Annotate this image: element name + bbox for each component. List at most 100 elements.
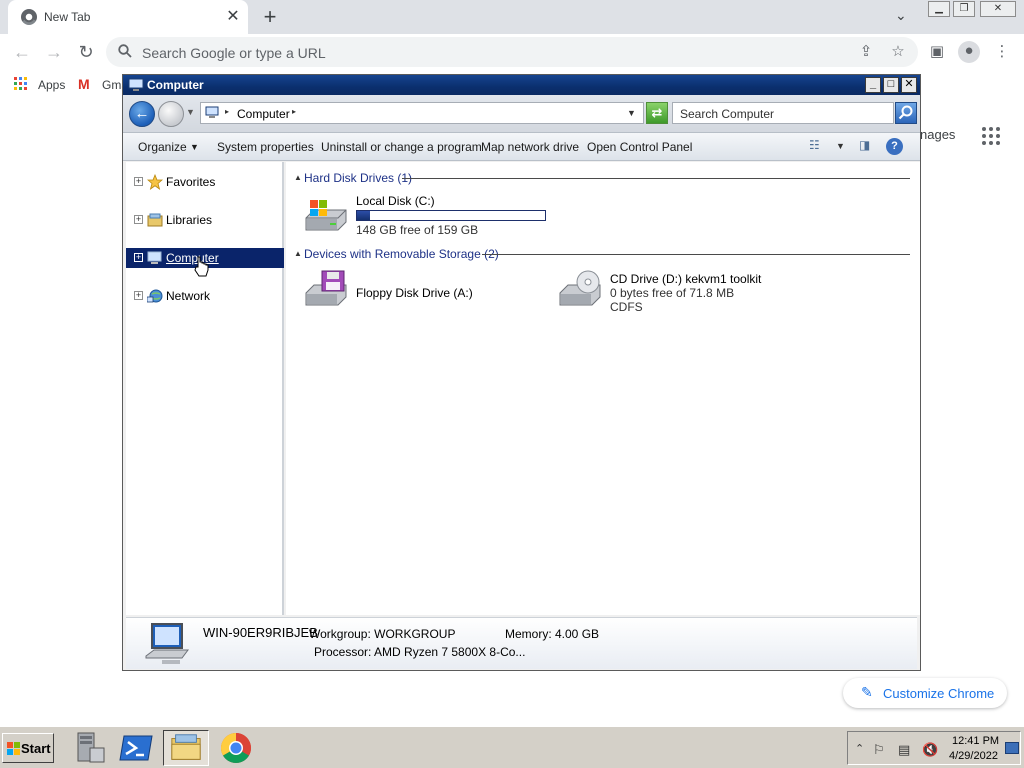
group-header-hard-disks[interactable]: ▲ Hard Disk Drives (1) — [294, 171, 910, 185]
window-minimize-button[interactable]: ▁ — [928, 1, 950, 17]
nav-item-libraries[interactable]: + Libraries — [126, 210, 284, 230]
taskbar: Start ⌃ ⚐ ▤ 🔇 12:41 PM 4/29/2022 — [0, 726, 1024, 768]
side-panel-icon[interactable]: ▣ — [927, 42, 947, 62]
explorer-title-bar[interactable]: Computer _ □ ✕ — [123, 75, 920, 95]
computer-icon — [205, 106, 219, 118]
ntp-images-link[interactable]: nages — [920, 127, 955, 142]
system-properties-button[interactable]: System properties — [217, 140, 314, 154]
omnibox-placeholder: Search Google or type a URL — [142, 45, 326, 61]
back-arrow-icon[interactable]: ← — [129, 101, 155, 127]
profile-avatar-icon[interactable]: ● — [958, 41, 980, 63]
new-tab-button[interactable]: + — [258, 6, 282, 30]
windows-logo-icon — [7, 742, 20, 755]
pencil-icon: ✎ — [861, 684, 873, 700]
navigation-pane: + Favorites + Libraries + Computer + Net… — [126, 162, 284, 615]
open-control-panel-button[interactable]: Open Control Panel — [587, 140, 692, 154]
breadcrumb-separator-icon[interactable]: ▸ — [225, 107, 229, 116]
search-placeholder: Search Computer — [680, 107, 775, 121]
expand-icon[interactable]: + — [134, 291, 143, 300]
breadcrumb-separator-icon[interactable]: ▸ — [292, 107, 296, 116]
file-explorer-icon[interactable] — [163, 730, 209, 766]
address-dropdown-icon[interactable]: ▼ — [627, 108, 636, 118]
start-button[interactable]: Start — [2, 733, 54, 763]
chrome-icon[interactable] — [213, 730, 259, 766]
search-input[interactable]: Search Computer — [672, 102, 894, 124]
search-icon[interactable] — [895, 102, 917, 124]
chrome-menu-icon[interactable]: ⋮ — [992, 42, 1012, 62]
help-icon[interactable]: ? — [886, 138, 903, 155]
nav-item-favorites[interactable]: + Favorites — [126, 172, 284, 192]
server-manager-icon[interactable] — [66, 730, 112, 766]
cd-drive-icon — [559, 270, 601, 306]
apps-grid-icon[interactable] — [14, 77, 28, 91]
uninstall-program-button[interactable]: Uninstall or change a program — [321, 140, 482, 154]
network-status-icon[interactable]: ▤ — [898, 742, 910, 758]
nav-item-network[interactable]: + Network — [126, 286, 284, 306]
breadcrumb-computer[interactable]: Computer — [237, 107, 290, 121]
action-center-flag-icon[interactable]: ⚐ — [873, 742, 885, 758]
clock-time[interactable]: 12:41 PM — [952, 735, 999, 747]
drive-free-space-d: 0 bytes free of 71.8 MB — [610, 286, 735, 300]
tab-close-button[interactable]: ✕ — [224, 8, 242, 26]
search-icon — [118, 44, 132, 58]
explorer-address-bar: ← ▼ ▸ Computer ▸ ▼ ⇄ Search Computer — [123, 95, 920, 133]
window-close-button[interactable]: ✕ — [980, 1, 1016, 17]
clock-date[interactable]: 4/29/2022 — [949, 750, 998, 762]
share-icon[interactable]: ⇪ — [856, 42, 876, 62]
google-apps-icon[interactable] — [982, 127, 1000, 145]
memory-info: Memory: 4.00 GB — [505, 627, 600, 641]
volume-muted-icon[interactable]: 🔇 — [922, 742, 938, 758]
floppy-drive-icon — [305, 270, 347, 306]
drive-name-d[interactable]: CD Drive (D:) kekvm1 toolkit — [610, 272, 761, 286]
window-restore-button[interactable]: ❐ — [953, 1, 975, 17]
chrome-tab-new-tab[interactable]: New Tab ✕ — [8, 0, 248, 34]
recent-pages-dropdown-icon[interactable]: ▼ — [186, 107, 195, 117]
show-hidden-icons-icon[interactable]: ⌃ — [855, 742, 864, 755]
network-icon — [147, 289, 163, 303]
explorer-minimize-button[interactable]: _ — [865, 77, 881, 93]
chrome-tab-strip: New Tab ✕ + ⌄ ▁ ❐ ✕ — [0, 0, 1024, 34]
explorer-window: Computer _ □ ✕ ← ▼ ▸ Computer ▸ ▼ ⇄ Sear… — [122, 74, 921, 671]
drive-filesystem-d: CDFS — [610, 300, 643, 314]
powershell-icon[interactable] — [114, 730, 160, 766]
libraries-icon — [147, 213, 163, 227]
view-dropdown-icon[interactable]: ▼ — [836, 141, 845, 151]
hard-disk-icon — [305, 200, 347, 231]
collapse-icon[interactable]: ▲ — [294, 173, 302, 182]
map-network-drive-button[interactable]: Map network drive — [481, 140, 579, 154]
reload-icon[interactable]: ↻ — [74, 40, 98, 64]
group-divider — [402, 178, 910, 179]
address-box[interactable]: ▸ Computer ▸ ▼ — [200, 102, 644, 124]
customize-chrome-button[interactable]: ✎ Customize Chrome — [843, 678, 1007, 708]
expand-icon[interactable]: + — [134, 177, 143, 186]
computer-icon — [147, 251, 162, 264]
collapse-icon[interactable]: ▲ — [294, 249, 302, 258]
expand-icon[interactable]: + — [134, 253, 143, 262]
expand-icon[interactable]: + — [134, 215, 143, 224]
forward-arrow-icon[interactable]: → — [42, 40, 66, 64]
chrome-favicon-icon — [21, 9, 37, 25]
explorer-maximize-button[interactable]: □ — [883, 77, 899, 93]
bookmark-apps[interactable]: Apps — [38, 78, 65, 92]
nav-item-label: Network — [166, 289, 211, 303]
bookmark-star-icon[interactable]: ☆ — [888, 42, 908, 62]
omnibox[interactable]: Search Google or type a URL — [106, 37, 918, 67]
back-arrow-icon[interactable]: ← — [10, 40, 34, 64]
processor-info: Processor: AMD Ryzen 7 5800X 8-Co... — [314, 645, 526, 659]
group-label: Hard Disk Drives (1) — [304, 171, 413, 185]
forward-arrow-icon[interactable] — [158, 101, 184, 127]
organize-dropdown-icon[interactable]: ▼ — [190, 142, 199, 152]
preview-pane-icon[interactable]: ◨ — [859, 138, 870, 152]
organize-menu[interactable]: Organize — [138, 140, 187, 154]
drive-name-a[interactable]: Floppy Disk Drive (A:) — [356, 286, 473, 300]
computer-icon — [145, 623, 189, 664]
tab-search-button[interactable]: ⌄ — [895, 7, 907, 24]
view-options-icon[interactable]: ☷ — [809, 138, 820, 152]
refresh-icon[interactable]: ⇄ — [646, 102, 668, 124]
drive-name-c[interactable]: Local Disk (C:) — [356, 194, 435, 208]
show-desktop-icon[interactable] — [1005, 742, 1019, 754]
group-header-removable[interactable]: ▲ Devices with Removable Storage (2) — [294, 247, 910, 261]
explorer-close-button[interactable]: ✕ — [901, 77, 917, 93]
drive-free-space-c: 148 GB free of 159 GB — [356, 223, 479, 237]
computer-name: WIN-90ER9RIBJEB — [203, 625, 318, 640]
